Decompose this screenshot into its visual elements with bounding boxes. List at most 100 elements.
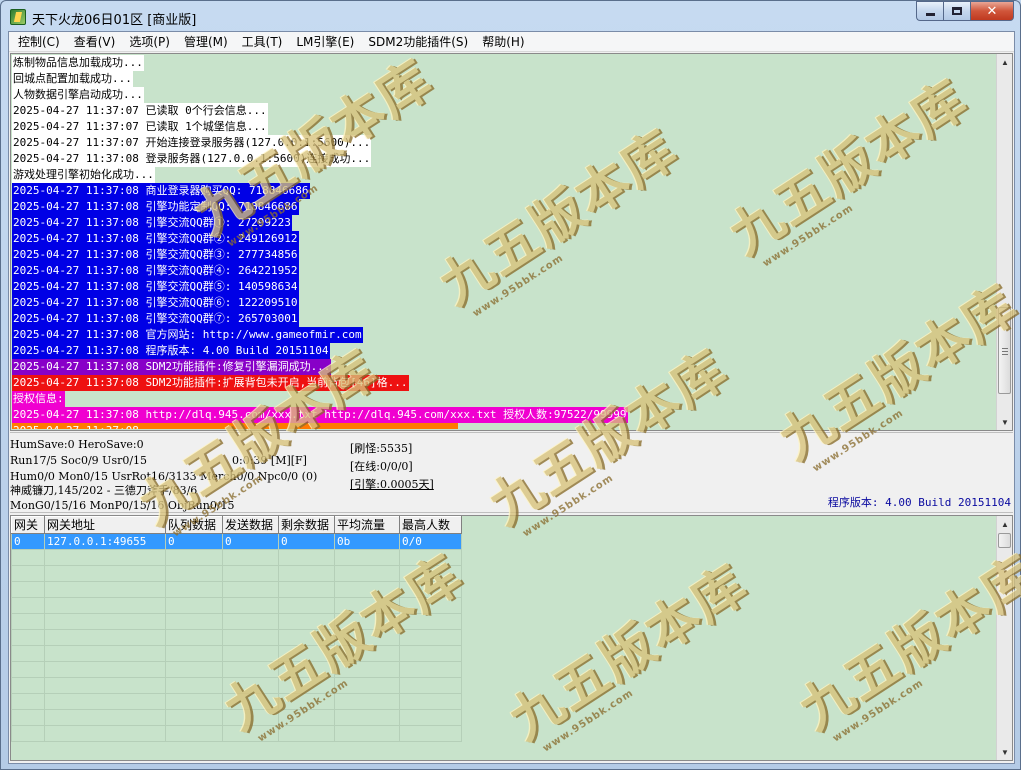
empty-cell	[165, 645, 223, 662]
log-line-text: 2025-04-27 11:37:08 引擎交流QQ群②: 249126912	[12, 231, 299, 247]
scroll-up-icon[interactable]: ▲	[997, 54, 1012, 70]
col-gateway[interactable]: 网关	[11, 516, 45, 534]
menu-sdm2-plugin[interactable]: SDM2功能插件(S)	[361, 33, 475, 51]
menu-lm-engine[interactable]: LM引擎(E)	[289, 33, 361, 51]
col-queue[interactable]: 队列数据	[165, 516, 223, 534]
log-line-text: 炼制物品信息加载成功...	[12, 55, 144, 71]
title-bar[interactable]: 天下火龙06日01区 [商业版] ✕	[1, 1, 1020, 31]
col-remain[interactable]: 剩余数据	[278, 516, 335, 534]
log-line: 回城点配置加载成功...	[12, 71, 996, 87]
cell-max-users: 0/0	[399, 533, 462, 550]
scroll-thumb[interactable]	[998, 533, 1011, 548]
empty-cell	[44, 597, 166, 614]
log-line-text: 2025-04-27 11:37:08 引擎交流QQ群④: 264221952	[12, 263, 299, 279]
empty-row	[11, 709, 462, 726]
empty-cell	[399, 645, 462, 662]
maximize-button[interactable]	[943, 1, 970, 21]
empty-cell	[334, 709, 400, 726]
log-line-text: 人物数据引擎启动成功...	[12, 87, 144, 103]
menu-manage[interactable]: 管理(M)	[177, 33, 235, 51]
log-line: 炼制物品信息加载成功...	[12, 55, 996, 71]
empty-cell	[222, 661, 279, 678]
empty-cell	[44, 581, 166, 598]
empty-cell	[334, 565, 400, 582]
empty-cell	[165, 629, 223, 646]
empty-row	[11, 613, 462, 630]
empty-cell	[278, 565, 335, 582]
empty-cell	[11, 645, 45, 662]
cell-address: 127.0.0.1:49655	[44, 533, 166, 550]
empty-cell	[44, 645, 166, 662]
col-sent[interactable]: 发送数据	[222, 516, 279, 534]
empty-cell	[399, 565, 462, 582]
scroll-down-icon[interactable]: ▼	[997, 744, 1012, 760]
minimize-button[interactable]	[916, 1, 943, 21]
empty-cell	[334, 581, 400, 598]
empty-cell	[165, 693, 223, 710]
empty-cell	[278, 645, 335, 662]
empty-row	[11, 629, 462, 646]
cell-gateway: 0	[11, 533, 45, 550]
log-line-text: 2025-04-27 11:37:08 SDM2功能插件:修复引擎漏洞成功...	[12, 359, 332, 375]
menu-options[interactable]: 选项(P)	[122, 33, 177, 51]
empty-row	[11, 581, 462, 598]
menu-bar: 控制(C) 查看(V) 选项(P) 管理(M) 工具(T) LM引擎(E) SD…	[9, 32, 1014, 52]
menu-control[interactable]: 控制(C)	[11, 33, 67, 51]
col-address[interactable]: 网关地址	[44, 516, 166, 534]
empty-cell	[334, 629, 400, 646]
empty-cell	[165, 565, 223, 582]
log-line: 2025-04-27 11:37:08 --------------------…	[12, 423, 996, 429]
scroll-thumb[interactable]	[998, 307, 1011, 394]
log-line-text: 2025-04-27 11:37:07 已读取 0个行会信息...	[12, 103, 268, 119]
empty-cell	[44, 709, 166, 726]
log-line-text: 2025-04-27 11:37:08 引擎交流QQ群⑦: 265703001	[12, 311, 299, 327]
ride-text: 神威镰刀,145/202 - 三德刀斧手/83/6	[10, 484, 198, 497]
empty-cell	[399, 613, 462, 630]
version-text: 程序版本: 4.00 Build 20151104	[827, 496, 1011, 509]
empty-cell	[44, 613, 166, 630]
app-icon	[10, 9, 26, 25]
scroll-down-icon[interactable]: ▼	[997, 414, 1012, 430]
empty-row	[11, 693, 462, 710]
log-line-text: 2025-04-27 11:37:07 已读取 1个城堡信息...	[12, 119, 268, 135]
empty-cell	[44, 629, 166, 646]
empty-cell	[278, 581, 335, 598]
empty-cell	[11, 581, 45, 598]
empty-cell	[222, 677, 279, 694]
empty-cell	[278, 613, 335, 630]
empty-cell	[278, 693, 335, 710]
gateway-grid[interactable]: 网关 网关地址 队列数据 发送数据 剩余数据 平均流量 最高人数 0 127.0.…	[10, 515, 1013, 761]
empty-cell	[11, 693, 45, 710]
empty-cell	[222, 725, 279, 742]
empty-cell	[334, 725, 400, 742]
log-lines: 炼制物品信息加载成功... 回城点配置加载成功... 人物数据引擎启动成功... 20…	[12, 55, 996, 429]
empty-cell	[222, 613, 279, 630]
empty-cell	[334, 645, 400, 662]
menu-view[interactable]: 查看(V)	[67, 33, 123, 51]
gateway-header-row: 网关 网关地址 队列数据 发送数据 剩余数据 平均流量 最高人数	[11, 516, 462, 534]
log-line: 2025-04-27 11:37:08 http://dlq.945.com/x…	[12, 407, 996, 423]
empty-cell	[278, 661, 335, 678]
log-panel[interactable]: 炼制物品信息加载成功... 回城点配置加载成功... 人物数据引擎启动成功... 20…	[10, 53, 1013, 431]
log-line: 2025-04-27 11:37:07 已读取 0个行会信息...	[12, 103, 996, 119]
empty-row	[11, 565, 462, 582]
empty-cell	[399, 549, 462, 566]
log-line: 授权信息:	[12, 391, 996, 407]
cell-sent: 0	[222, 533, 279, 550]
empty-row	[11, 549, 462, 566]
log-line-text: 2025-04-27 11:37:08 引擎交流QQ群③: 277734856	[12, 247, 299, 263]
col-avg-flow[interactable]: 平均流量	[334, 516, 400, 534]
log-line: 2025-04-27 11:37:08 引擎交流QQ群①: 27299223	[12, 215, 996, 231]
close-button[interactable]: ✕	[970, 1, 1014, 21]
log-scrollbar[interactable]: ▲ ▼	[996, 54, 1012, 430]
menu-tools[interactable]: 工具(T)	[235, 33, 290, 51]
table-row[interactable]: 0 127.0.0.1:49655 0 0 0 0b 0/0	[11, 533, 462, 550]
log-line: 游戏处理引擎初始化成功...	[12, 167, 996, 183]
menu-help[interactable]: 帮助(H)	[475, 33, 531, 51]
scroll-up-icon[interactable]: ▲	[997, 516, 1012, 532]
grid-scrollbar[interactable]: ▲ ▼	[996, 516, 1012, 760]
empty-cell	[44, 565, 166, 582]
empty-cell	[165, 661, 223, 678]
log-line: 2025-04-27 11:37:08 引擎交流QQ群②: 249126912	[12, 231, 996, 247]
col-max-users[interactable]: 最高人数	[399, 516, 462, 534]
